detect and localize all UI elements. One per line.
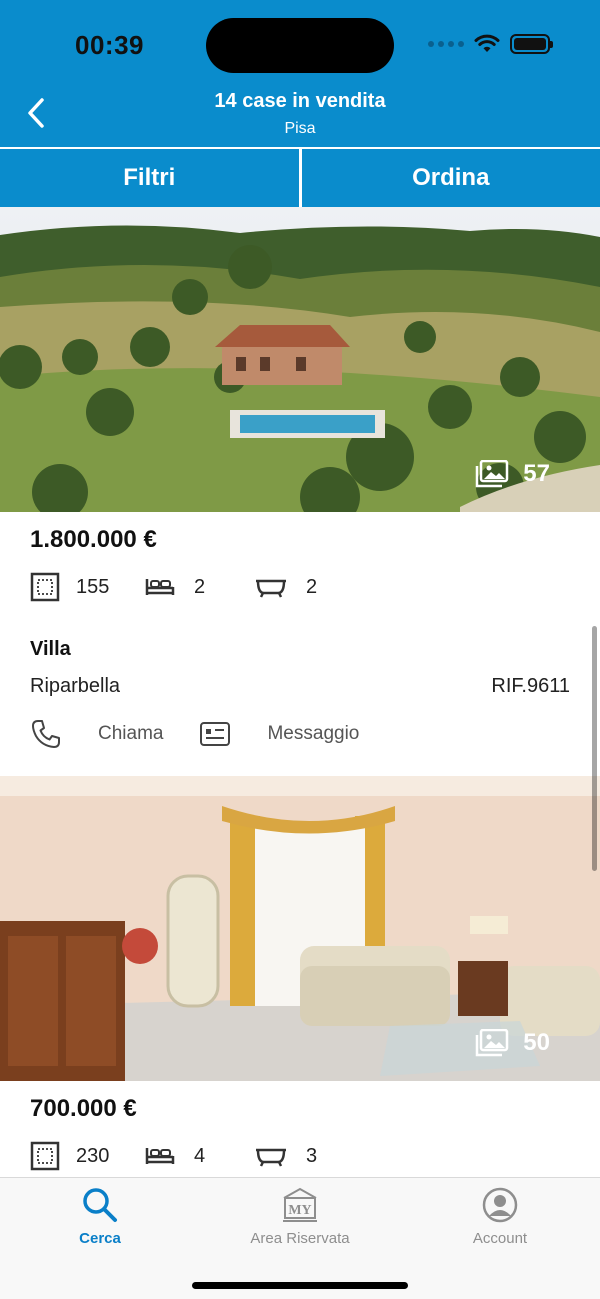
listing-features: 155 2 2 — [30, 570, 570, 604]
area-feature: 230 — [30, 1141, 144, 1171]
listing-actions: Chiama Messaggio — [30, 714, 570, 754]
bedrooms-feature: 4 — [144, 1144, 254, 1168]
phone-icon — [32, 720, 60, 748]
listing-price: 1.800.000 € — [30, 526, 157, 553]
message-label: Messaggio — [267, 723, 360, 744]
bedrooms-feature: 2 — [144, 575, 254, 599]
listing-card[interactable]: 50 700.000 € 230 4 3 — [0, 776, 600, 1173]
dynamic-island — [206, 18, 394, 73]
property-type: Villa — [30, 638, 71, 660]
search-icon — [83, 1188, 117, 1222]
call-button[interactable]: Chiama — [30, 718, 163, 750]
tab-account[interactable]: Account — [400, 1186, 600, 1247]
cellular-signal-icon — [428, 41, 464, 47]
bed-icon — [145, 1148, 175, 1164]
bathrooms-value: 3 — [306, 1144, 318, 1167]
message-card-icon — [200, 722, 231, 746]
bathrooms-value: 2 — [306, 575, 318, 598]
battery-icon — [510, 34, 553, 54]
app-header: 00:39 14 case in vendita Pisa Filtri Ord… — [0, 0, 600, 207]
photo-count: 50 — [475, 1029, 550, 1057]
gallery-icon — [476, 1029, 509, 1057]
svg-text:MY: MY — [288, 1203, 311, 1218]
listing-features: 230 4 3 — [30, 1139, 570, 1173]
filter-sort-bar: Filtri Ordina — [0, 147, 600, 207]
sort-button[interactable]: Ordina — [302, 149, 600, 207]
bathrooms-feature: 3 — [254, 1144, 317, 1168]
area-icon — [30, 572, 60, 602]
home-indicator[interactable] — [192, 1282, 408, 1289]
photo-count: 57 — [475, 460, 550, 488]
bathrooms-feature: 2 — [254, 575, 317, 599]
account-icon — [482, 1187, 518, 1223]
wifi-icon — [474, 34, 500, 52]
listing-location: Riparbella — [30, 675, 121, 697]
tab-label: Area Riservata — [250, 1230, 350, 1247]
bathtub-icon — [256, 1148, 286, 1167]
status-time: 00:39 — [75, 30, 144, 60]
scroll-indicator[interactable] — [592, 626, 597, 871]
listing-price: 700.000 € — [30, 1095, 137, 1122]
listing-reference: RIF.9611 — [491, 675, 570, 697]
photo-count-value: 50 — [523, 1029, 550, 1056]
page-title: 14 case in vendita — [214, 90, 386, 112]
tab-label: Cerca — [79, 1230, 121, 1247]
gallery-icon — [476, 460, 509, 488]
bathtub-icon — [256, 579, 286, 598]
area-value: 230 — [76, 1144, 110, 1167]
message-button[interactable]: Messaggio — [199, 721, 359, 747]
bedrooms-value: 2 — [194, 575, 206, 598]
location-row: Riparbella RIF.9611 — [30, 675, 570, 698]
card-separator — [0, 754, 600, 776]
tab-bar: Cerca MY Area Riservata Account — [0, 1177, 600, 1299]
tab-area-riservata[interactable]: MY Area Riservata — [200, 1186, 400, 1247]
area-icon — [30, 1141, 60, 1171]
status-icons — [428, 34, 553, 54]
bedrooms-value: 4 — [194, 1144, 206, 1167]
my-area-icon: MY — [283, 1187, 317, 1222]
listing-photo[interactable]: 50 — [0, 776, 600, 1081]
call-label: Chiama — [98, 723, 164, 744]
bed-icon — [145, 579, 175, 595]
filter-button[interactable]: Filtri — [0, 149, 299, 207]
listing-photo[interactable]: 57 — [0, 207, 600, 512]
tab-search[interactable]: Cerca — [0, 1186, 200, 1247]
listing-list[interactable]: 57 1.800.000 € 155 2 2 Villa Riparbella … — [0, 207, 600, 1177]
page-subtitle: Pisa — [284, 120, 316, 137]
area-feature: 155 — [30, 572, 144, 602]
area-value: 155 — [76, 575, 110, 598]
photo-count-value: 57 — [523, 460, 550, 487]
listing-card[interactable]: 57 1.800.000 € 155 2 2 Villa Riparbella … — [0, 207, 600, 776]
tab-label: Account — [472, 1230, 528, 1247]
